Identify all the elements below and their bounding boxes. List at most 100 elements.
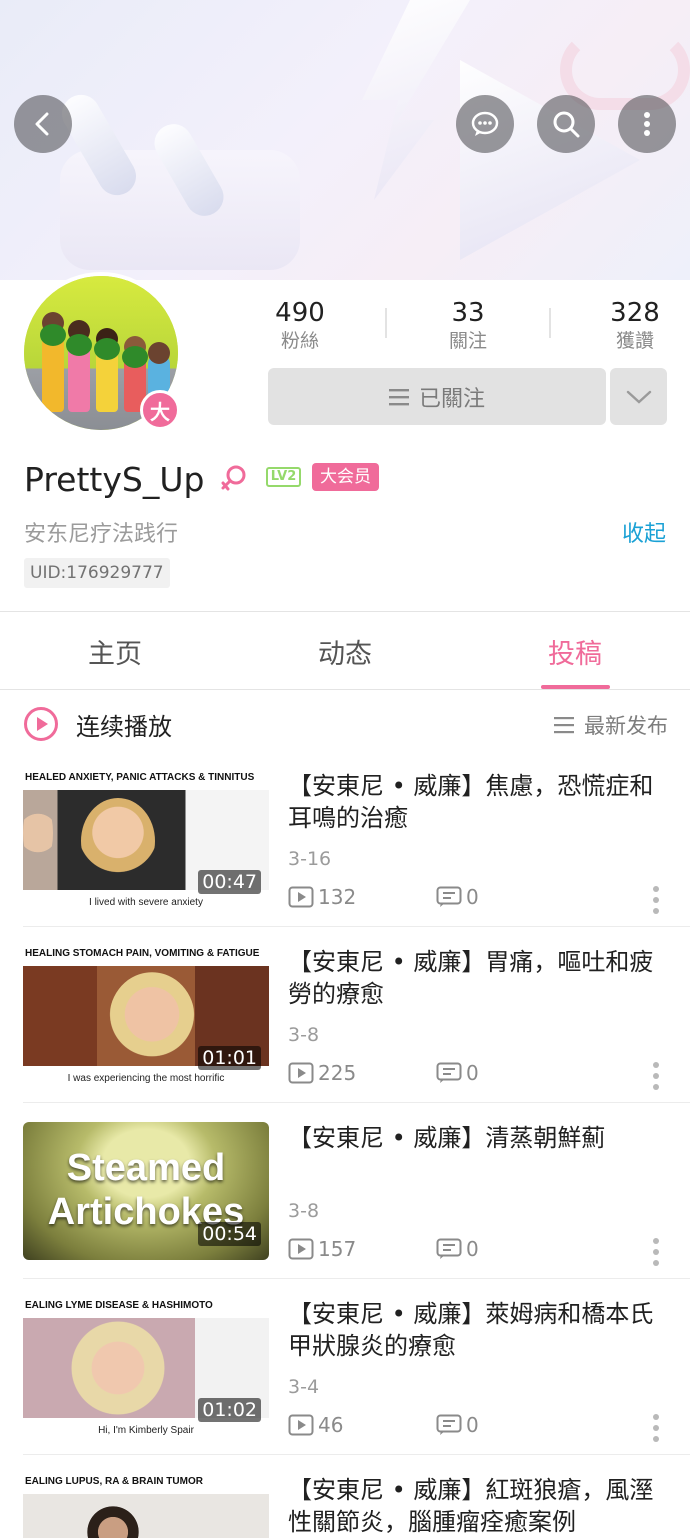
thumbnail-caption: HEALED ANXIETY, PANIC ATTACKS & TINNITUS [25,772,255,783]
tab-uploads[interactable]: 投稿 [515,632,635,671]
video-title[interactable]: 【安東尼 • 威廉】萊姆病和橋本氏甲狀腺炎的療愈 [288,1298,668,1362]
video-thumbnail[interactable]: HEALING STOMACH PAIN, VOMITING & FATIGUE… [23,946,269,1084]
video-date: 3-8 [288,1024,320,1046]
play-count-icon [288,886,314,908]
video-title[interactable]: 【安東尼 • 威廉】焦慮，恐慌症和耳鳴的治癒 [288,770,668,834]
followed-label: 已關注 [418,386,485,412]
comment-icon [436,1238,462,1259]
comment-count: 0 [436,885,479,909]
video-title[interactable]: 【安東尼 • 威廉】清蒸朝鮮薊 [288,1122,668,1154]
comment-icon [436,1062,462,1083]
level-badge: LV2 [266,467,301,487]
comment-count-value: 0 [466,1237,479,1261]
divider [23,1278,690,1279]
fans-stat[interactable]: 490 粉絲 [240,298,360,354]
thumbnail-caption: EALING LYME DISEASE & HASHIMOTO [25,1300,213,1311]
followed-button[interactable]: 已關注 [268,368,606,425]
comment-icon [436,886,462,907]
video-more-button[interactable] [650,1062,662,1094]
message-button[interactable] [456,95,514,153]
video-thumbnail[interactable]: EALING LUPUS, RA & BRAIN TUMOR [23,1474,269,1538]
video-duration: 01:02 [198,1398,261,1422]
comment-count: 0 [436,1237,479,1261]
thumbnail-title-line: Steamed [66,1147,226,1189]
video-item[interactable]: HEALING STOMACH PAIN, VOMITING & FATIGUE… [0,946,690,1122]
more-options-button[interactable] [618,95,676,153]
play-count: 225 [288,1061,356,1085]
uid-label[interactable]: UID:176929777 [24,558,170,588]
comment-count-value: 0 [466,885,479,909]
search-icon [553,111,580,138]
video-date: 3-16 [288,848,332,870]
divider [23,1102,690,1103]
thumbnail-caption: EALING LUPUS, RA & BRAIN TUMOR [25,1476,203,1487]
video-item[interactable]: Steamed Artichokes 00:54 【安東尼 • 威廉】清蒸朝鮮薊… [0,1122,690,1298]
thumbnail-subtitle: Hi, I'm Kimberly Spair [98,1425,194,1436]
fans-count: 490 [275,298,325,328]
collapse-link[interactable]: 收起 [622,516,666,548]
continuous-play-button[interactable]: 连续播放 [76,707,172,742]
play-count-icon [288,1062,314,1084]
play-count: 157 [288,1237,356,1261]
video-date: 3-4 [288,1376,320,1398]
banner-decoration [362,0,470,200]
video-more-button[interactable] [650,886,662,918]
following-stat[interactable]: 33 關注 [408,298,528,354]
play-count: 46 [288,1413,343,1437]
bio-text: 安东尼疗法践行 [24,522,179,547]
likes-stat[interactable]: 328 獲讚 [575,298,690,354]
sort-label: 最新发布 [584,714,668,738]
video-duration: 01:01 [198,1046,261,1070]
vip-tag: 大会员 [312,463,379,491]
video-thumbnail[interactable]: HEALED ANXIETY, PANIC ATTACKS & TINNITUS… [23,770,269,908]
play-count-icon [288,1238,314,1260]
expand-button[interactable] [610,368,667,425]
video-title[interactable]: 【安東尼 • 威廉】胃痛，嘔吐和疲勞的療愈 [288,946,668,1010]
play-count-value: 157 [318,1237,357,1261]
play-count: 132 [288,885,356,909]
thumbnail-caption: HEALING STOMACH PAIN, VOMITING & FATIGUE [25,948,260,959]
video-thumbnail[interactable]: Steamed Artichokes 00:54 [23,1122,269,1260]
video-title[interactable]: 【安東尼 • 威廉】紅斑狼瘡，風溼性關節炎，腦腫瘤痊癒案例 [288,1474,668,1538]
comment-icon [436,1414,462,1435]
divider [0,689,690,690]
video-date: 3-8 [288,1200,320,1222]
thumbnail-subtitle: I was experiencing the most horrific [67,1073,225,1084]
menu-lines-icon [554,716,574,734]
video-duration: 00:54 [198,1222,261,1246]
chat-bubble-icon [471,111,499,136]
video-item[interactable]: EALING LYME DISEASE & HASHIMOTO Hi, I'm … [0,1298,690,1474]
likes-label: 獲讚 [615,330,654,352]
video-duration: 00:47 [198,870,261,894]
menu-lines-icon [388,388,409,406]
vip-avatar-badge: 大 [140,390,180,430]
following-count: 33 [451,298,485,328]
tab-home[interactable]: 主页 [55,632,175,671]
divider [385,308,387,338]
divider [23,926,690,927]
username: PrettyS_Up [24,460,205,499]
video-thumbnail[interactable]: EALING LYME DISEASE & HASHIMOTO Hi, I'm … [23,1298,269,1436]
divider [549,308,551,338]
female-gender-icon [220,464,248,498]
video-item[interactable]: HEALED ANXIETY, PANIC ATTACKS & TINNITUS… [0,770,690,946]
thumbnail-subtitle: I lived with severe anxiety [89,897,203,908]
vertical-dots-icon [644,112,650,136]
search-button[interactable] [537,95,595,153]
chevron-left-icon [35,112,49,136]
sort-selector[interactable]: 最新发布 [554,710,668,740]
back-button[interactable] [14,95,72,153]
following-label: 關注 [448,330,487,352]
fans-label: 粉絲 [280,330,319,352]
likes-count: 328 [610,298,660,328]
play-circle-icon[interactable] [23,706,59,746]
tab-dynamics[interactable]: 动态 [285,632,405,671]
video-item[interactable]: EALING LUPUS, RA & BRAIN TUMOR 【安東尼 • 威廉… [0,1474,690,1538]
play-count-value: 225 [318,1061,357,1085]
divider [23,1454,690,1455]
video-more-button[interactable] [650,1414,662,1446]
comment-count: 0 [436,1061,479,1085]
video-more-button[interactable] [650,1238,662,1270]
comment-count: 0 [436,1413,479,1437]
comment-count-value: 0 [466,1413,479,1437]
